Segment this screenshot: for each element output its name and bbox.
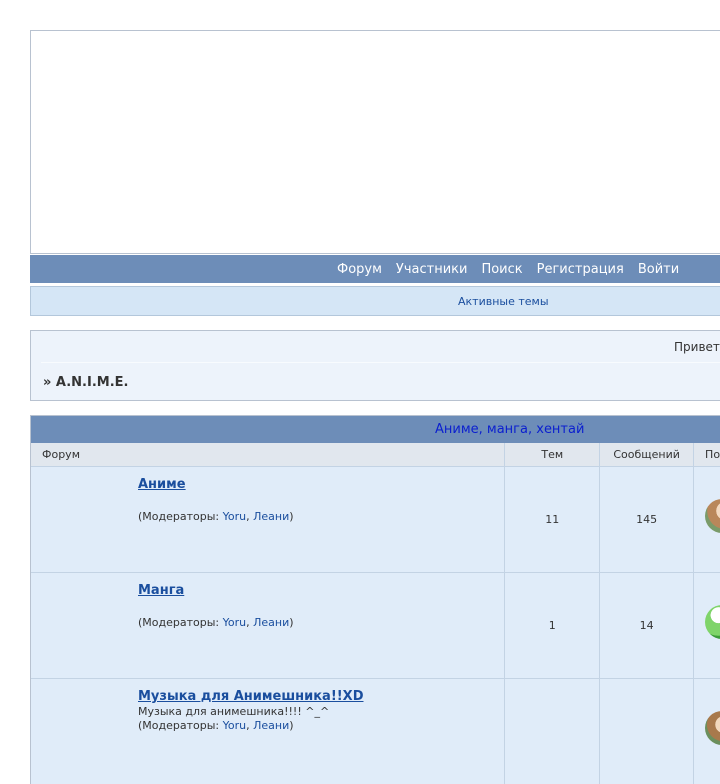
page-wrapper: Форум Участники Поиск Регистрация Войти …: [30, 30, 720, 784]
forum-link-music[interactable]: Музыка для Анимешника!!XD: [138, 689, 364, 704]
nav-members[interactable]: Участники: [396, 262, 468, 277]
moderator-link[interactable]: Леани: [253, 719, 289, 732]
mods-comma: ,: [246, 719, 254, 732]
col-posts: Сообщений: [600, 443, 695, 466]
avatar[interactable]: [705, 711, 720, 745]
nav-search[interactable]: Поиск: [481, 262, 522, 277]
mods-suffix: ): [289, 510, 294, 523]
last-post-cell: [694, 467, 720, 572]
moderator-link[interactable]: Yoru: [223, 719, 246, 732]
nav-forum[interactable]: Форум: [337, 262, 382, 277]
avatar[interactable]: [705, 605, 720, 639]
forum-category-table: Аниме, манга, хентай Форум Тем Сообщений…: [30, 415, 720, 784]
active-topics-bar: Активные темы: [30, 286, 720, 316]
topics-count: [505, 679, 601, 784]
col-forum: Форум: [31, 443, 506, 466]
welcome-box: Привет, » A.N.I.M.E.: [30, 330, 720, 401]
category-title[interactable]: Аниме, манга, хентай: [435, 422, 584, 437]
mods-prefix: (Модераторы:: [138, 719, 223, 732]
mods-suffix: ): [289, 616, 294, 629]
moderator-link[interactable]: Yoru: [223, 616, 246, 629]
mods-prefix: (Модераторы:: [138, 510, 223, 523]
topics-count: 11: [505, 467, 601, 572]
last-post-cell: [694, 679, 720, 784]
forum-cell: Манга (Модераторы: Yoru, Леани): [31, 573, 506, 678]
forum-cell: Музыка для Анимешника!!XD Музыка для ани…: [31, 679, 506, 784]
divider: [41, 362, 720, 363]
forum-link-anime[interactable]: Аниме: [138, 477, 186, 492]
forum-moderators: (Модераторы: Yoru, Леани): [138, 616, 294, 629]
mods-suffix: ): [289, 719, 294, 732]
avatar[interactable]: [705, 499, 720, 533]
forum-moderators: (Модераторы: Yoru, Леани): [138, 510, 294, 523]
moderator-link[interactable]: Леани: [253, 616, 289, 629]
forum-moderators: (Модераторы: Yoru, Леани): [138, 719, 294, 732]
posts-count: 14: [600, 573, 695, 678]
active-topics-link[interactable]: Активные темы: [458, 295, 549, 308]
posts-count: 145: [600, 467, 695, 572]
forum-row: Манга (Модераторы: Yoru, Леани) 1 14: [31, 572, 720, 678]
forum-description: Музыка для анимешника!!!! ^_^: [138, 705, 330, 718]
topics-count: 1: [505, 573, 601, 678]
category-header: Аниме, манга, хентай: [31, 416, 720, 443]
forum-row: Аниме (Модераторы: Yoru, Леани) 11 145: [31, 466, 720, 572]
forum-cell: Аниме (Модераторы: Yoru, Леани): [31, 467, 506, 572]
col-topics: Тем: [505, 443, 601, 466]
mods-prefix: (Модераторы:: [138, 616, 223, 629]
posts-count: [600, 679, 695, 784]
column-headers: Форум Тем Сообщений По: [31, 443, 720, 466]
moderator-link[interactable]: Yoru: [223, 510, 246, 523]
breadcrumb: » A.N.I.M.E.: [43, 375, 129, 390]
nav-register[interactable]: Регистрация: [537, 262, 624, 277]
forum-row: Музыка для Анимешника!!XD Музыка для ани…: [31, 678, 720, 784]
col-last-post: По: [705, 448, 720, 461]
moderator-link[interactable]: Леани: [253, 510, 289, 523]
header-banner: [30, 30, 720, 254]
forum-link-manga[interactable]: Манга: [138, 583, 184, 598]
greeting-text: Привет,: [674, 340, 720, 354]
last-post-cell: [694, 573, 720, 678]
main-navbar: Форум Участники Поиск Регистрация Войти: [30, 255, 720, 283]
nav-login[interactable]: Войти: [638, 262, 679, 277]
